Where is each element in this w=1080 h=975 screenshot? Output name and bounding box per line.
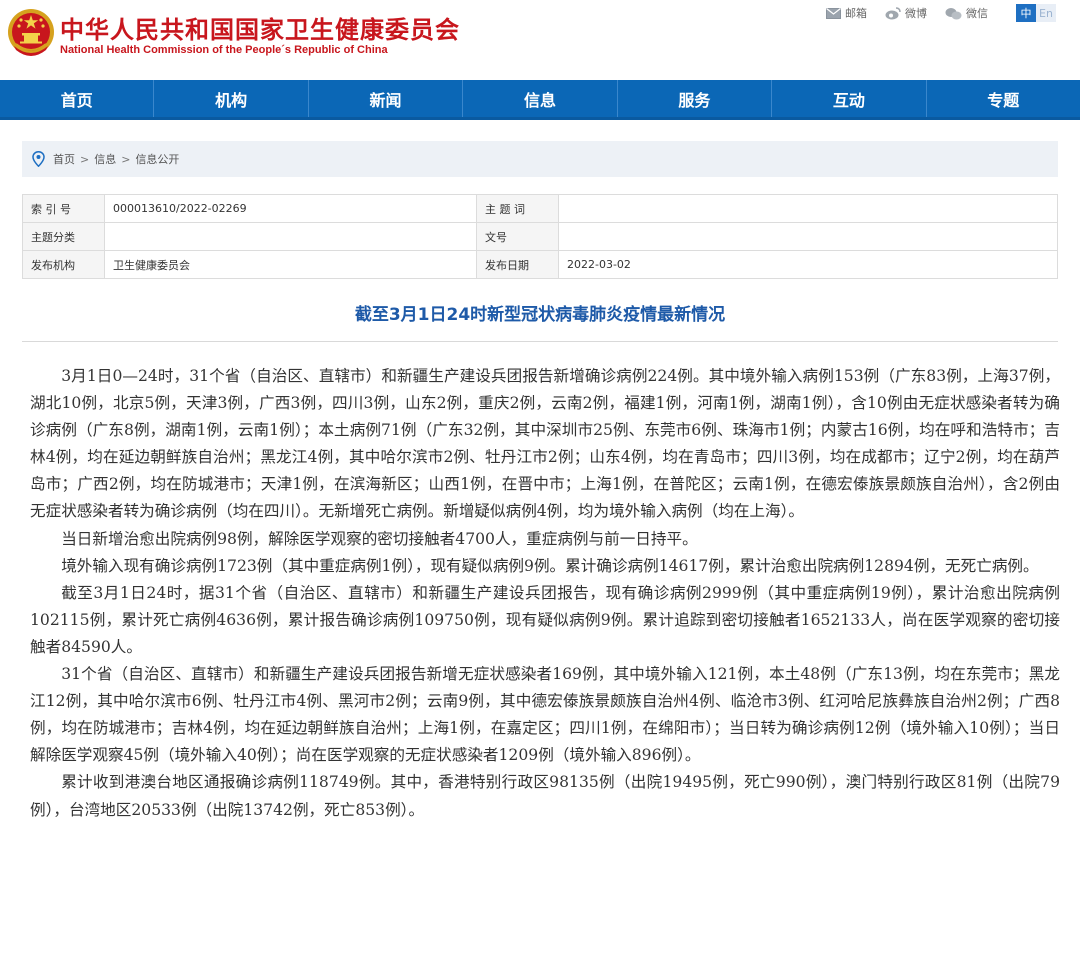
wechat-link[interactable]: 微信: [945, 5, 988, 21]
lang-en-button[interactable]: En: [1036, 4, 1056, 22]
weibo-icon: [885, 6, 901, 19]
article-paragraph: 累计收到港澳台地区通报确诊病例118749例。其中，香港特别行政区98135例（…: [30, 773, 1060, 819]
breadcrumb-disclosure[interactable]: 信息公开: [135, 151, 179, 167]
article-paragraph: 当日新增治愈出院病例98例，解除医学观察的密切接触者4700人，重症病例与前一日…: [61, 529, 698, 548]
mail-link[interactable]: 邮箱: [826, 5, 867, 21]
article-paragraph: 截至3月1日24时，据31个省（自治区、直辖市）和新疆生产建设兵团报告，现有确诊…: [30, 583, 1060, 656]
weibo-link[interactable]: 微博: [885, 5, 927, 21]
breadcrumb-home[interactable]: 首页: [53, 151, 75, 167]
nav-item-information[interactable]: 信息: [463, 80, 618, 117]
language-switch: 中 En: [1016, 4, 1056, 22]
weibo-link-label: 微博: [905, 7, 927, 20]
site-title-cn[interactable]: 中华人民共和国国家卫生健康委员会: [60, 10, 460, 45]
national-emblem-icon[interactable]: [6, 6, 56, 60]
table-row: 索 引 号 000013610/2022-02269 主 题 词: [22, 194, 1058, 223]
index-number-value: 000013610/2022-02269: [104, 194, 477, 223]
publisher-value: 卫生健康委员会: [104, 250, 477, 279]
location-pin-icon: [32, 151, 45, 167]
nav-item-news[interactable]: 新闻: [309, 80, 464, 117]
breadcrumb-information[interactable]: 信息: [94, 151, 116, 167]
subject-word-value: [558, 194, 1058, 223]
document-number-value: [558, 222, 1058, 251]
article-body: 3月1日0—24时，31个省（自治区、直辖市）和新疆生产建设兵团报告新增确诊病例…: [30, 363, 1060, 824]
nav-item-institutions[interactable]: 机构: [154, 80, 309, 117]
wechat-icon: [945, 7, 962, 19]
category-value: [104, 222, 477, 251]
article-paragraph: 境外输入现有确诊病例1723例（其中重症病例1例），现有疑似病例9例。累计确诊病…: [61, 556, 1039, 575]
top-links: 邮箱 微博 微信 中 En: [808, 4, 1056, 22]
article-title: 截至3月1日24时新型冠状病毒肺炎疫情最新情况: [354, 305, 726, 325]
subject-word-label: 主 题 词: [476, 194, 559, 223]
mail-link-label: 邮箱: [845, 7, 867, 20]
nav-item-services[interactable]: 服务: [618, 80, 773, 117]
lang-zh-button[interactable]: 中: [1016, 4, 1036, 22]
title-divider: [22, 341, 1058, 342]
wechat-link-label: 微信: [966, 7, 988, 20]
nav-item-home[interactable]: 首页: [0, 80, 155, 117]
document-metadata-table: 索 引 号 000013610/2022-02269 主 题 词 主题分类 文号…: [22, 194, 1058, 279]
nav-item-topics[interactable]: 专题: [927, 80, 1080, 117]
main-nav: 首页 机构 新闻 信息 服务 互动 专题: [0, 80, 1080, 120]
breadcrumb-separator: >: [121, 152, 131, 166]
publish-date-value: 2022-03-02: [558, 250, 1058, 279]
article-paragraph: 3月1日0—24时，31个省（自治区、直辖市）和新疆生产建设兵团报告新增确诊病例…: [30, 367, 1060, 521]
table-row: 主题分类 文号: [22, 222, 1058, 251]
breadcrumb-separator: >: [80, 152, 90, 166]
article-paragraph: 31个省（自治区、直辖市）和新疆生产建设兵团报告新增无症状感染者169例，其中境…: [30, 665, 1060, 765]
publisher-label: 发布机构: [22, 250, 105, 279]
document-number-label: 文号: [476, 222, 559, 251]
category-label: 主题分类: [22, 222, 105, 251]
mail-icon: [826, 7, 841, 19]
index-number-label: 索 引 号: [22, 194, 105, 223]
publish-date-label: 发布日期: [476, 250, 559, 279]
site-header: 中华人民共和国国家卫生健康委员会 National Health Commiss…: [0, 0, 1080, 80]
nav-item-interaction[interactable]: 互动: [772, 80, 927, 117]
table-row: 发布机构 卫生健康委员会 发布日期 2022-03-02: [22, 250, 1058, 279]
site-title-en[interactable]: National Health Commission of the People…: [60, 44, 388, 56]
breadcrumb: 首页 > 信息 > 信息公开: [22, 141, 1058, 177]
